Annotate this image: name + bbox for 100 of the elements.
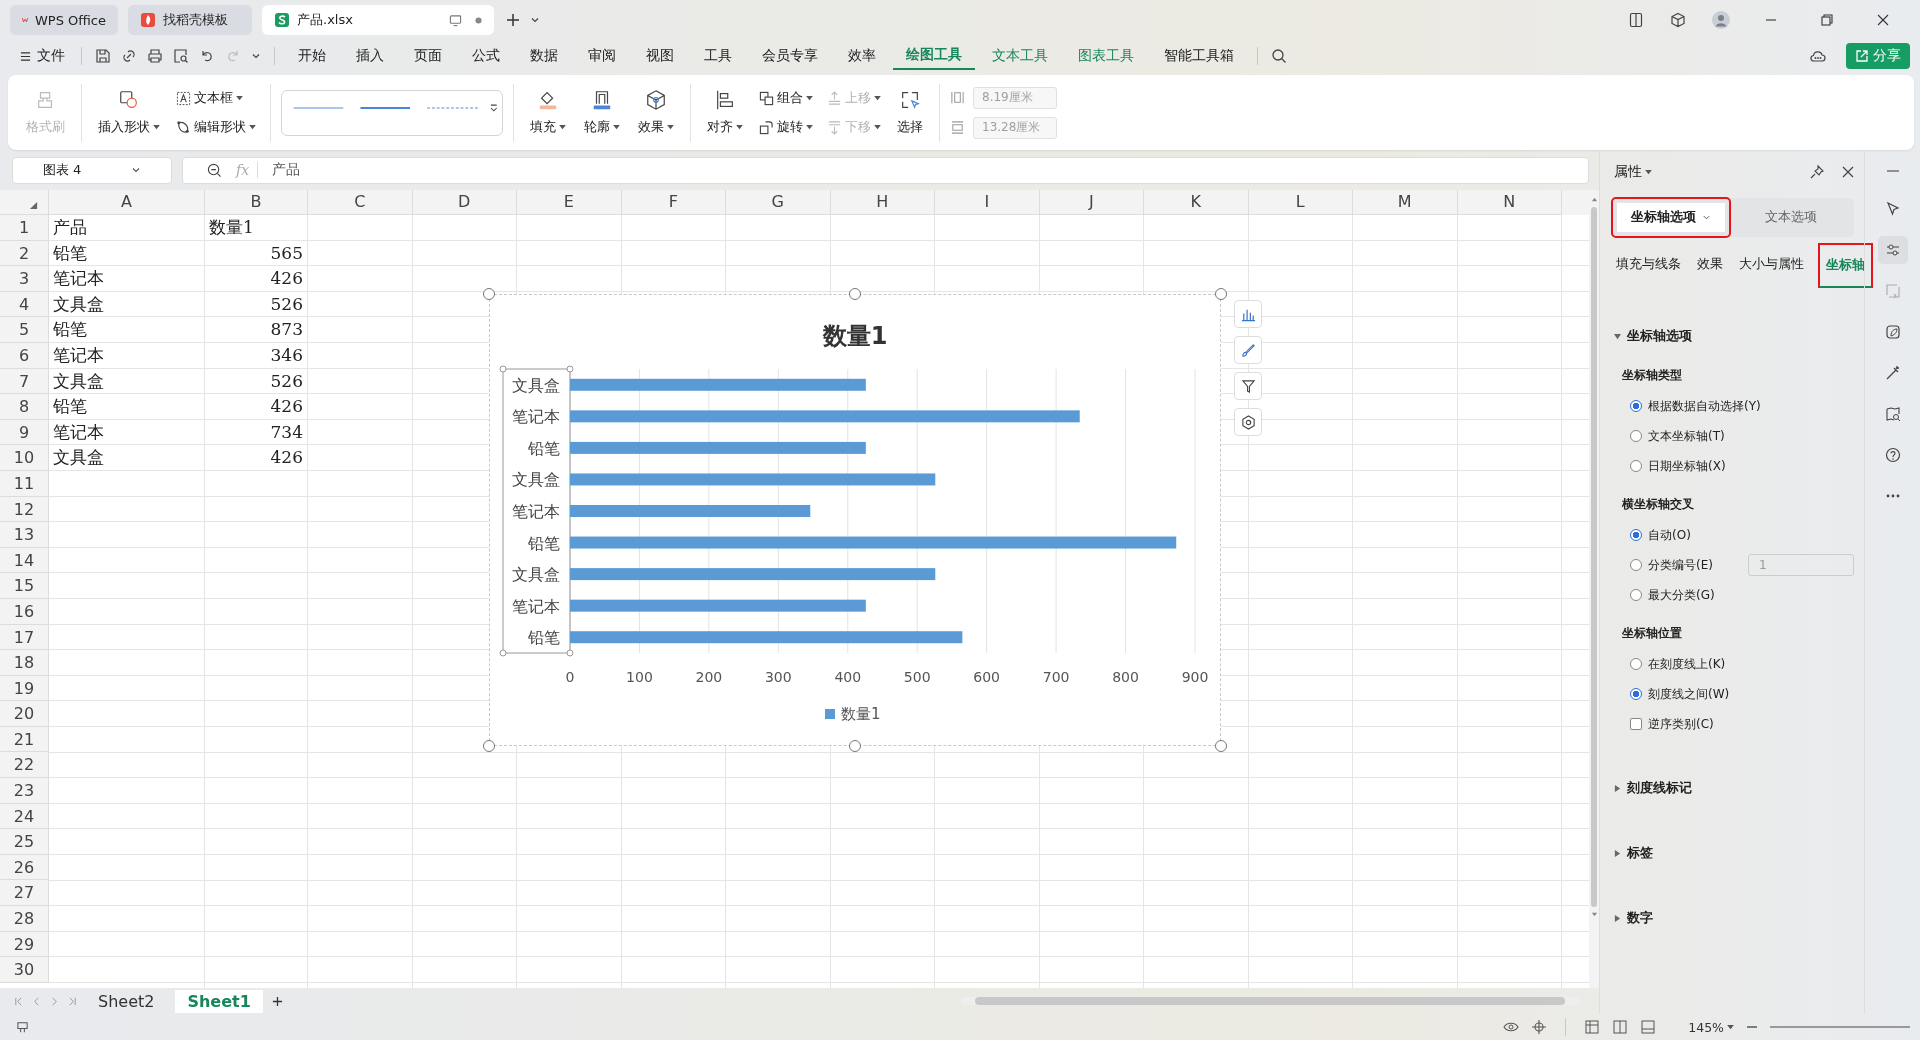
new-tab-icon[interactable] bbox=[506, 13, 520, 27]
pin-icon[interactable] bbox=[1810, 165, 1825, 179]
column-header[interactable]: D bbox=[412, 190, 517, 215]
row-header[interactable]: 2 bbox=[0, 240, 49, 267]
menu-tab[interactable]: 审阅 bbox=[575, 43, 629, 69]
gallery-more-icon[interactable] bbox=[490, 102, 498, 113]
menu-tab[interactable]: 会员专享 bbox=[749, 43, 831, 69]
avatar-icon[interactable] bbox=[1712, 11, 1730, 29]
panel-subtab[interactable]: 效果 bbox=[1695, 251, 1726, 280]
row-header[interactable]: 12 bbox=[0, 496, 49, 523]
edit-shape-button[interactable]: 编辑形状 bbox=[172, 116, 260, 138]
selection-handle[interactable] bbox=[566, 365, 574, 373]
row-header[interactable]: 24 bbox=[0, 803, 49, 830]
bar-chart[interactable]: 数量1 文具盒 笔记本 铅笔 文具盒 笔记本 铅笔 文具盒 笔记本 铅笔 0 100 200 300 400 500 600 700 800 900 数量1 bbox=[489, 294, 1221, 746]
section-header[interactable]: 坐标轴选项 bbox=[1614, 328, 1693, 345]
row-header[interactable]: 28 bbox=[0, 906, 49, 932]
panel-subtab[interactable]: 填充与线条 bbox=[1614, 251, 1684, 280]
row-header[interactable]: 7 bbox=[0, 368, 49, 395]
menu-tab[interactable]: 数据 bbox=[517, 43, 571, 69]
horizontal-scrollbar[interactable] bbox=[961, 997, 1582, 1005]
column-header[interactable]: H bbox=[830, 190, 935, 215]
panel-title[interactable]: 属性 bbox=[1614, 163, 1653, 181]
chart-style-button[interactable] bbox=[1234, 336, 1262, 364]
last-sheet-icon[interactable] bbox=[68, 996, 77, 1006]
crosshair-icon[interactable] bbox=[1531, 1019, 1548, 1035]
chart-settings-button[interactable] bbox=[1234, 408, 1262, 436]
monitor-icon[interactable] bbox=[449, 13, 462, 27]
option-label[interactable]: 根据数据自动选择(Y) bbox=[1648, 397, 1761, 415]
normal-view-icon[interactable] bbox=[1584, 1019, 1601, 1035]
radio-button[interactable] bbox=[1630, 658, 1643, 670]
menu-tab[interactable]: 图表工具 bbox=[1065, 43, 1147, 69]
rotate-button[interactable]: 旋转 bbox=[755, 116, 817, 138]
chevron-down-icon[interactable] bbox=[251, 51, 261, 61]
row-header[interactable]: 16 bbox=[0, 598, 49, 625]
row-header[interactable]: 17 bbox=[0, 624, 49, 651]
row-header[interactable]: 10 bbox=[0, 445, 49, 471]
select-all-icon[interactable] bbox=[29, 201, 38, 210]
cloud-icon[interactable] bbox=[1809, 48, 1827, 64]
insert-shape-button[interactable]: 插入形状 bbox=[92, 85, 166, 140]
radio-button[interactable] bbox=[1630, 559, 1643, 571]
column-header[interactable]: M bbox=[1353, 190, 1458, 215]
zoom-out-icon[interactable] bbox=[207, 162, 222, 178]
file-menu[interactable]: 文件 bbox=[14, 47, 71, 65]
column-header[interactable]: N bbox=[1457, 190, 1562, 215]
panel-subtab[interactable]: 大小与属性 bbox=[1737, 251, 1807, 280]
radio-button[interactable] bbox=[1630, 529, 1643, 541]
radio-button[interactable] bbox=[1630, 688, 1643, 700]
undo-icon[interactable] bbox=[199, 48, 215, 64]
menu-tab[interactable]: 效率 bbox=[835, 43, 889, 69]
chart-elements-button[interactable] bbox=[1234, 300, 1262, 328]
add-sheet-icon[interactable] bbox=[271, 995, 283, 1007]
option-label[interactable]: 最大分类(G) bbox=[1648, 586, 1715, 604]
option-label[interactable]: 文本坐标轴(T) bbox=[1648, 427, 1725, 445]
chart-filter-button[interactable] bbox=[1234, 372, 1262, 400]
menu-tab[interactable]: 文本工具 bbox=[979, 43, 1061, 69]
scroll-up-icon[interactable] bbox=[1590, 196, 1598, 203]
row-header[interactable]: 15 bbox=[0, 573, 49, 599]
row-header[interactable]: 26 bbox=[0, 854, 49, 881]
row-header[interactable]: 9 bbox=[0, 419, 49, 446]
option-label[interactable]: 逆序类别(C) bbox=[1648, 715, 1714, 733]
scrollbar-thumb[interactable] bbox=[1591, 207, 1598, 907]
document-tab[interactable]: WPS Office bbox=[10, 5, 118, 35]
section-header[interactable]: 标签 bbox=[1614, 845, 1654, 862]
menu-tab[interactable]: 绘图工具 bbox=[893, 42, 975, 70]
column-header[interactable]: K bbox=[1144, 190, 1249, 215]
link-icon[interactable] bbox=[121, 48, 137, 64]
row-header[interactable]: 11 bbox=[0, 470, 49, 497]
selection-handle[interactable] bbox=[566, 649, 574, 657]
row-header[interactable]: 14 bbox=[0, 547, 49, 574]
option-label[interactable]: 自动(O) bbox=[1648, 526, 1691, 544]
row-header[interactable]: 18 bbox=[0, 650, 49, 676]
option-label[interactable]: 分类编号(E) bbox=[1648, 556, 1713, 574]
column-header[interactable]: G bbox=[726, 190, 831, 215]
group-button[interactable]: 组合 bbox=[755, 87, 817, 109]
column-header[interactable]: F bbox=[621, 190, 726, 215]
menu-tab[interactable]: 开始 bbox=[285, 43, 339, 69]
radio-button[interactable] bbox=[1630, 460, 1643, 472]
column-header[interactable]: E bbox=[517, 190, 622, 215]
tablet-icon[interactable] bbox=[1628, 12, 1644, 28]
panel-subtab[interactable]: 坐标轴 bbox=[1818, 243, 1874, 288]
radio-button[interactable] bbox=[1630, 430, 1643, 442]
formula-field[interactable]: fx 产品 bbox=[182, 156, 1590, 184]
row-header[interactable]: 13 bbox=[0, 522, 49, 548]
row-header[interactable]: 4 bbox=[0, 291, 49, 318]
column-header[interactable]: I bbox=[935, 190, 1040, 215]
row-header[interactable]: 21 bbox=[0, 726, 49, 753]
row-header[interactable]: 29 bbox=[0, 931, 49, 958]
search-icon[interactable] bbox=[1271, 48, 1287, 64]
selection-handle[interactable] bbox=[499, 649, 507, 657]
chevron-down-icon[interactable] bbox=[530, 15, 540, 25]
panel-tab[interactable]: 文本选项 bbox=[1731, 201, 1852, 234]
close-icon[interactable] bbox=[1877, 14, 1889, 26]
row-header[interactable]: 19 bbox=[0, 675, 49, 702]
cube-icon[interactable] bbox=[1670, 12, 1686, 28]
menu-tab[interactable]: 插入 bbox=[343, 43, 397, 69]
side-tool-button[interactable] bbox=[1877, 236, 1908, 264]
row-header[interactable]: 30 bbox=[0, 957, 49, 983]
save-icon[interactable] bbox=[95, 48, 111, 64]
option-label[interactable]: 日期坐标轴(X) bbox=[1648, 457, 1726, 475]
menu-tab[interactable]: 公式 bbox=[459, 43, 513, 69]
